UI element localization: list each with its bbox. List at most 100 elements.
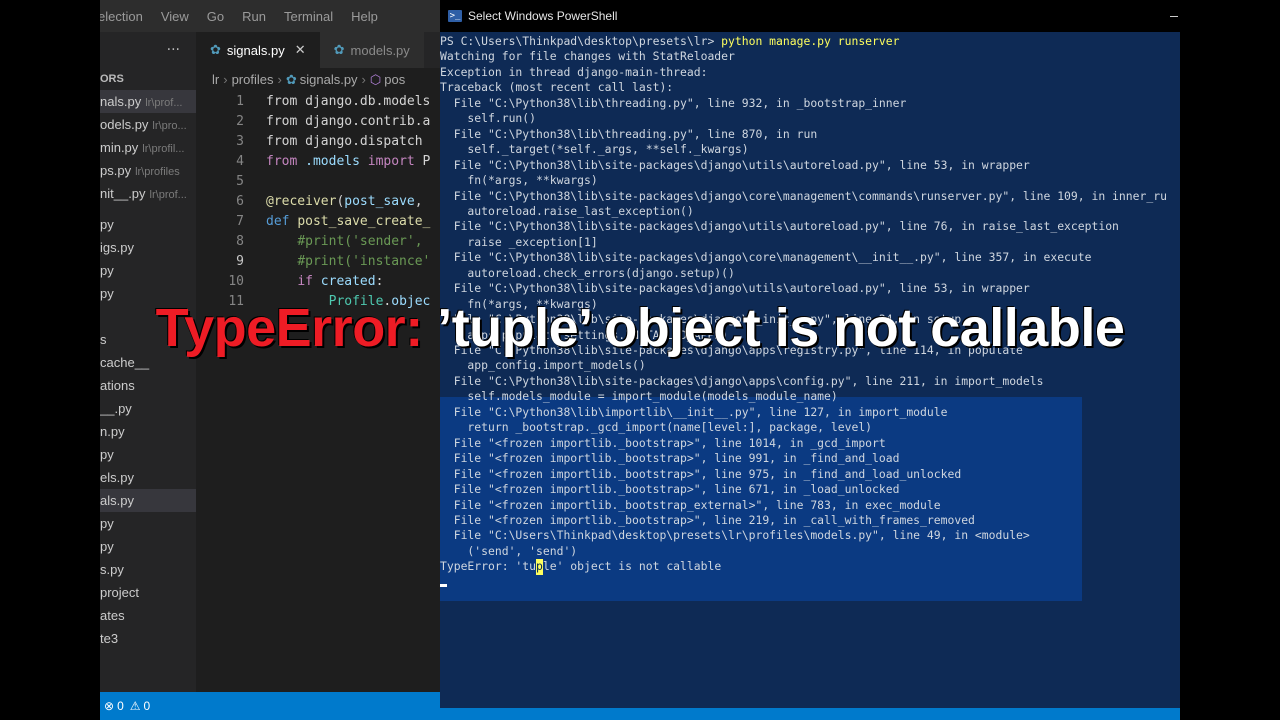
file-tree-item[interactable]: els.py bbox=[100, 466, 196, 489]
file-tree-item[interactable]: project bbox=[100, 581, 196, 604]
open-editors-section[interactable]: ORS bbox=[100, 68, 196, 90]
line-number: 8 bbox=[236, 234, 244, 249]
powershell-title: Select Windows PowerShell bbox=[468, 9, 618, 23]
line-number: 10 bbox=[228, 274, 244, 289]
menu-item-run[interactable]: Run bbox=[233, 9, 275, 24]
line-code: @receiver(post_save, bbox=[266, 194, 431, 209]
line-number: 9 bbox=[236, 254, 244, 269]
file-tree-item[interactable]: s.py bbox=[100, 558, 196, 581]
console-output-line: Watching for file changes with StatReloa… bbox=[440, 49, 735, 64]
letterbox-right bbox=[1180, 0, 1280, 720]
console-output-line: autoreload.check_errors(django.setup)() bbox=[440, 265, 735, 280]
more-actions-icon[interactable]: ··· bbox=[167, 42, 180, 58]
file-tree-item[interactable]: py bbox=[100, 259, 196, 282]
file-tree: py igs.py py py s cache__ ations __.py n.py py els… bbox=[100, 213, 196, 650]
open-editor-path: lr\profil... bbox=[142, 143, 185, 155]
console-output-line: File "C:\Python38\lib\threading.py", lin… bbox=[440, 95, 907, 110]
open-editor-name: ps.py bbox=[100, 163, 132, 178]
console-output-line: self.run() bbox=[440, 111, 537, 126]
menu-item-go[interactable]: Go bbox=[198, 9, 233, 24]
minimize-icon[interactable] bbox=[1170, 15, 1178, 17]
error-text-start: TypeError: 'tu bbox=[440, 559, 537, 574]
file-tree-item[interactable]: py bbox=[100, 512, 196, 535]
error-caption: TypeError: ’tuple’ object is not callabl… bbox=[0, 296, 1280, 360]
caption-error-type: TypeError: bbox=[155, 298, 424, 358]
console-output-line: File "C:\Python38\lib\threading.py", lin… bbox=[440, 126, 818, 141]
line-code: def post_save_create_ bbox=[266, 214, 431, 229]
file-tree-item[interactable]: py bbox=[100, 535, 196, 558]
file-tree-item[interactable]: te3 bbox=[100, 627, 196, 650]
breadcrumb-lr[interactable]: lr bbox=[212, 72, 219, 87]
explorer-sidebar: ··· ORS nals.py lr\prof... odels.py lr\pro.… bbox=[100, 32, 196, 692]
warning-count: 0 bbox=[143, 699, 151, 713]
open-editors-list: nals.py lr\prof... odels.py lr\pro... min.py… bbox=[100, 90, 196, 205]
open-editor-item[interactable]: ps.py lr\profiles bbox=[100, 159, 196, 182]
open-editor-item[interactable]: nals.py lr\prof... bbox=[100, 90, 196, 113]
console-output-line: Exception in thread django-main-thread: bbox=[440, 64, 708, 79]
breadcrumb-signals[interactable]: signals.py bbox=[300, 72, 358, 87]
line-number: 6 bbox=[236, 194, 244, 209]
open-editor-name: nals.py bbox=[100, 94, 142, 109]
line-code: from .models import P bbox=[266, 154, 431, 169]
python-file-icon: ✿ bbox=[210, 42, 221, 57]
console-output-line: raise _exception[1] bbox=[440, 234, 598, 249]
console-output-line: File "<frozen importlib._bootstrap>", li… bbox=[440, 512, 975, 527]
file-tree-item[interactable]: ates bbox=[100, 604, 196, 627]
powershell-titlebar[interactable]: >_ Select Windows PowerShell bbox=[440, 0, 1180, 32]
line-code: from django.dispatch bbox=[266, 134, 423, 149]
open-editor-path: lr\profiles bbox=[135, 166, 180, 178]
sidebar-header: ··· bbox=[100, 32, 196, 68]
console-output-line: self.models_module = import_module(model… bbox=[440, 389, 838, 404]
breadcrumb-symbol[interactable]: pos bbox=[384, 72, 405, 87]
console-output-line: File "C:\Python38\lib\importlib\__init__… bbox=[440, 404, 948, 419]
caption-error-message: ’tuple’ object is not callable bbox=[422, 298, 1125, 358]
console-output-line: File "<frozen importlib._bootstrap>", li… bbox=[440, 435, 886, 450]
file-tree-item[interactable]: ations bbox=[100, 374, 196, 397]
close-tab-icon[interactable]: ✕ bbox=[295, 42, 306, 58]
file-tree-item[interactable]: __.py bbox=[100, 397, 196, 420]
python-file-icon: ✿ bbox=[285, 72, 297, 87]
tab-signals-py[interactable]: ✿ signals.py ✕ bbox=[196, 32, 320, 68]
powershell-icon: >_ bbox=[448, 10, 462, 22]
tab-label: signals.py bbox=[226, 42, 285, 58]
menu-item-view[interactable]: View bbox=[152, 9, 198, 24]
error-text-end: le' object is not callable bbox=[542, 559, 722, 574]
console-output-line: File "C:\Python38\lib\site-packages\djan… bbox=[440, 250, 1092, 265]
file-tree-item[interactable]: igs.py bbox=[100, 236, 196, 259]
file-tree-item[interactable]: n.py bbox=[100, 420, 196, 443]
text-cursor: p bbox=[536, 559, 543, 575]
console-output-line: File "<frozen importlib._bootstrap>", li… bbox=[440, 466, 962, 481]
open-editor-item[interactable]: odels.py lr\pro... bbox=[100, 113, 196, 136]
line-number: 7 bbox=[236, 214, 244, 229]
file-tree-item[interactable]: py bbox=[100, 213, 196, 236]
menu-item-terminal[interactable]: Terminal bbox=[275, 9, 342, 24]
open-editor-name: min.py bbox=[100, 140, 139, 155]
open-editor-path: lr\pro... bbox=[152, 120, 187, 132]
prompt-text: PS C:\Users\Thinkpad\desktop\presets\lr> bbox=[440, 34, 722, 48]
console-output-line: File "C:\Python38\lib\site-packages\djan… bbox=[440, 188, 1167, 203]
powershell-prompt-line: PS C:\Users\Thinkpad\desktop\presets\lr>… bbox=[440, 34, 899, 49]
tab-models-py[interactable]: ✿ models.py bbox=[319, 32, 424, 68]
letterbox-left bbox=[0, 0, 100, 720]
open-editor-item[interactable]: min.py lr\profil... bbox=[100, 136, 196, 159]
console-output-line: File "C:\Python38\lib\site-packages\djan… bbox=[440, 373, 1044, 388]
line-code: #print('sender', bbox=[297, 234, 423, 249]
powershell-console[interactable]: PS C:\Users\Thinkpad\desktop\presets\lr>… bbox=[440, 32, 1180, 708]
function-symbol-icon: ⬡ bbox=[369, 72, 382, 87]
file-tree-item[interactable]: py bbox=[100, 443, 196, 466]
open-editor-item[interactable]: nit__.py lr\prof... bbox=[100, 182, 196, 205]
file-tree-item[interactable]: als.py bbox=[100, 489, 196, 512]
python-file-icon: ✿ bbox=[333, 42, 345, 57]
problems-indicator[interactable]: ⊗ 0 ⚠ 0 bbox=[104, 699, 150, 713]
line-code: from django.contrib.a bbox=[266, 114, 431, 129]
menu-item-election[interactable]: election bbox=[100, 9, 152, 24]
line-number: 5 bbox=[236, 174, 244, 189]
line-number: 3 bbox=[236, 134, 244, 149]
line-code: from django.db.models bbox=[266, 94, 431, 109]
console-cursor bbox=[440, 583, 447, 587]
error-icon: ⊗ bbox=[104, 699, 115, 713]
console-output-line: File "<frozen importlib._bootstrap>", li… bbox=[440, 482, 900, 497]
menu-item-help[interactable]: Help bbox=[342, 9, 387, 24]
console-output-line: File "<frozen importlib._bootstrap>", li… bbox=[440, 451, 900, 466]
breadcrumb-profiles[interactable]: profiles bbox=[232, 72, 274, 87]
